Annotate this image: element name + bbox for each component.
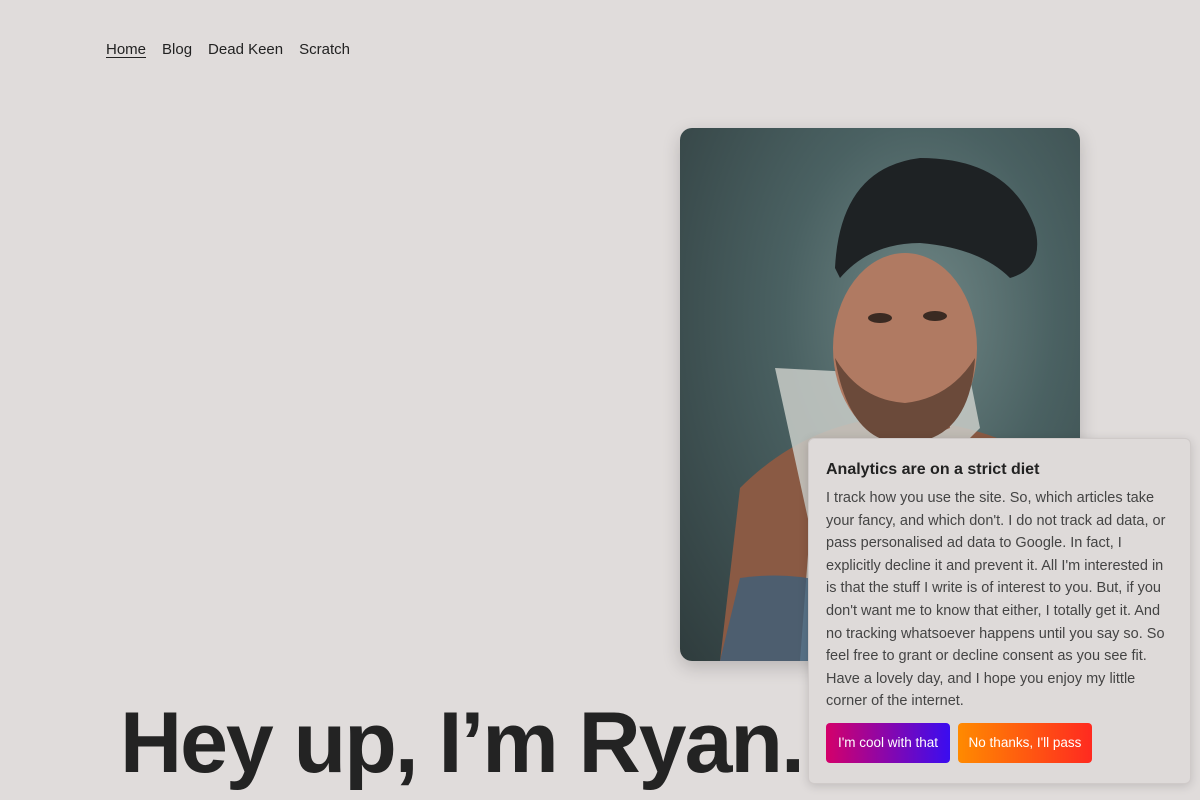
decline-consent-button[interactable]: No thanks, I'll pass [958,722,1092,763]
consent-title: Analytics are on a strict diet [826,461,1040,478]
analytics-consent-banner: Analytics are on a strict diet I track h… [808,438,1191,784]
accept-consent-button[interactable]: I'm cool with that [826,722,950,763]
nav-dead-keen-link[interactable]: Dead Keen [208,41,283,58]
consent-body: I track how you use the site. So, which … [826,490,1166,710]
consent-actions: I'm cool with that No thanks, I'll pass [826,722,1173,763]
nav-scratch-link[interactable]: Scratch [299,41,350,58]
page-title: Hey up, I’m Ryan. [120,695,805,791]
nav-blog-link[interactable]: Blog [162,41,192,58]
nav-home-link[interactable]: Home [106,41,146,58]
main-nav: Home Blog Dead Keen Scratch [106,41,350,58]
